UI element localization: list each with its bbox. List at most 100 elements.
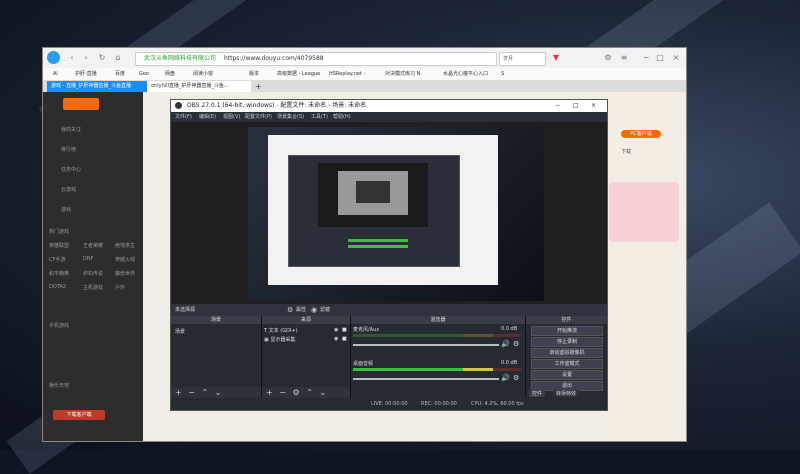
gear-icon[interactable]: ⚙ <box>603 53 613 63</box>
obs-preview[interactable] <box>171 122 607 304</box>
sidebar-item-tasks[interactable]: 任务中心 <box>61 166 81 173</box>
game-link[interactable]: 穿越火线 <box>115 256 135 263</box>
bookmark-item[interactable]: 百度 <box>115 69 125 79</box>
bookmark-item[interactable]: Ai <box>53 69 58 79</box>
new-tab-button[interactable]: + <box>251 81 266 92</box>
source-item[interactable]: T 文本 (GDI+) ◉ ■ <box>264 327 348 334</box>
sidebar-item-cloud-game[interactable]: 云游戏 <box>61 186 76 193</box>
menu-help[interactable]: 帮助(H) <box>333 112 351 122</box>
game-link[interactable]: DOTA2 <box>49 284 66 290</box>
maximize-icon[interactable]: □ <box>655 53 665 63</box>
up-icon[interactable]: ⌃ <box>202 388 209 397</box>
properties-button[interactable]: 属性 <box>296 304 306 316</box>
tab-onlyhill[interactable]: onlyhill直播_护肝神器直播_斗鱼... <box>147 81 251 92</box>
speaker-icon[interactable]: 🔊 <box>501 374 510 382</box>
game-link[interactable]: 炉石传说 <box>83 270 103 277</box>
bookmark-item[interactable]: 版本 <box>249 69 259 79</box>
menu-profile[interactable]: 配置文件(P) <box>245 112 272 122</box>
obs-minimize-icon[interactable]: − <box>555 100 560 112</box>
bookmark-item[interactable]: 护肝-直播 <box>75 69 97 79</box>
mixer-channel-desktop: 桌面音频 0.0 dB 🔊 ⚙ <box>351 360 525 392</box>
menu-icon[interactable]: ≡ <box>619 53 629 63</box>
download-client-button[interactable]: 下载客户端 <box>53 410 105 420</box>
lock-icon[interactable]: ■ <box>342 336 347 342</box>
minimize-icon[interactable]: − <box>641 53 651 63</box>
game-link[interactable]: 英雄联盟 <box>49 242 69 249</box>
filters-button[interactable]: 滤镜 <box>320 304 330 316</box>
transitions-tab[interactable]: 转场特效 <box>553 390 580 397</box>
bookmark-item[interactable]: Goo <box>139 69 149 79</box>
tab-strip: 游戏 - 直播_护肝神器直播_斗鱼直播 onlyhill直播_护肝神器直播_斗鱼… <box>43 80 686 92</box>
studio-mode-button[interactable]: 工作室模式 <box>531 359 603 369</box>
down-icon[interactable]: ⌄ <box>215 388 222 397</box>
tab-douyu-live[interactable]: 游戏 - 直播_护肝神器直播_斗鱼直播 <box>47 81 151 92</box>
address-bar[interactable]: 武汉斗鱼网络科技有限公司 https://www.douyu.com/40795… <box>135 52 497 66</box>
forward-icon[interactable]: › <box>81 53 91 63</box>
volume-slider[interactable] <box>353 344 499 346</box>
bookmark-item[interactable]: HSReplay.net - <box>329 69 365 79</box>
pc-client-button[interactable]: PC客户端 <box>621 130 661 138</box>
add-icon[interactable]: + <box>266 388 273 397</box>
game-link[interactable]: 和平精英 <box>49 270 69 277</box>
bookmark-item[interactable]: 阅读小窗 <box>193 69 213 79</box>
menu-tools[interactable]: 工具(T) <box>311 112 328 122</box>
filter-icon[interactable]: ◉ <box>311 304 317 316</box>
menu-view[interactable]: 视图(V) <box>223 112 240 122</box>
source-label: 显示器采集 <box>270 337 296 343</box>
scenes-footer: + − ⌃ ⌄ <box>171 387 261 398</box>
settings-button[interactable]: 设置 <box>531 370 603 380</box>
game-link[interactable]: 王者荣耀 <box>83 242 103 249</box>
gear-icon[interactable]: ⚙ <box>287 304 293 316</box>
search-input[interactable]: 岁月 <box>499 52 546 66</box>
source-status: 未选择源 <box>175 307 196 313</box>
menu-edit[interactable]: 编辑(E) <box>199 112 216 122</box>
eye-icon[interactable]: ◉ <box>334 327 338 333</box>
back-icon[interactable]: ‹ <box>67 53 77 63</box>
gear-icon[interactable]: ⚙ <box>293 388 300 397</box>
menu-scene-collection[interactable]: 场景集合(S) <box>277 112 304 122</box>
source-item[interactable]: ▣ 显示器采集 ◉ ■ <box>264 336 348 343</box>
obs-close-icon[interactable]: × <box>591 100 596 112</box>
game-link[interactable]: DNF <box>83 256 93 262</box>
menu-file[interactable]: 文件(F) <box>175 112 192 122</box>
gear-icon[interactable]: ⚙ <box>513 340 519 348</box>
game-link[interactable]: 主机游戏 <box>83 284 103 291</box>
remove-icon[interactable]: − <box>279 388 286 397</box>
game-link[interactable]: 户外 <box>115 284 125 291</box>
sidebar-item-rank[interactable]: 排行榜 <box>61 146 76 153</box>
refresh-icon[interactable]: ↻ <box>97 53 107 63</box>
volume-slider[interactable] <box>353 378 499 380</box>
obs-source-toolbar: 未选择源 ⚙ 属性 ◉ 滤镜 <box>171 304 607 316</box>
remove-icon[interactable]: − <box>188 388 195 397</box>
lock-icon[interactable]: ■ <box>342 327 347 333</box>
home-icon[interactable]: ⌂ <box>113 53 123 63</box>
text-source-icon: T <box>264 328 268 334</box>
sidebar-section-title: 热门游戏 <box>49 229 70 235</box>
obs-maximize-icon[interactable]: □ <box>573 100 579 112</box>
eye-icon[interactable]: ◉ <box>334 336 338 342</box>
bookmark-item[interactable]: 水晶光心魔平心入口 <box>443 69 488 79</box>
down-icon[interactable]: ⌄ <box>319 388 326 397</box>
controls-tab[interactable]: 控件 <box>529 390 546 397</box>
game-link[interactable]: 魔兽世界 <box>115 270 135 277</box>
speaker-icon[interactable]: 🔊 <box>501 340 510 348</box>
bookmark-item[interactable]: 对决模式练习 N <box>385 69 420 79</box>
game-link[interactable]: 绝地求生 <box>115 242 135 249</box>
virtual-camera-button[interactable]: 启动虚拟摄像机 <box>531 348 603 358</box>
up-icon[interactable]: ⌃ <box>306 388 313 397</box>
bookmark-item[interactable]: 网盘 <box>165 69 175 79</box>
add-icon[interactable]: + <box>175 388 182 397</box>
scene-item[interactable]: 场景 <box>175 328 185 335</box>
stop-recording-button[interactable]: 停止录制 <box>531 337 603 347</box>
sidebar-item-follow[interactable]: 我的关注 <box>61 126 81 133</box>
download-link[interactable]: 下载 <box>621 148 631 155</box>
close-icon[interactable]: × <box>671 53 681 63</box>
gear-icon[interactable]: ⚙ <box>513 374 519 382</box>
start-streaming-button[interactable]: 开始推流 <box>531 326 603 336</box>
bookmark-item[interactable]: 高级数据 - League <box>277 69 320 79</box>
game-link[interactable]: CF手游 <box>49 256 65 263</box>
cpu-status: CPU: 4.2%, 60.00 fps <box>471 401 524 407</box>
shield-icon[interactable]: ▼ <box>551 53 561 63</box>
bookmark-item[interactable]: S <box>501 69 504 79</box>
sidebar-item-game[interactable]: 游戏 <box>61 206 71 213</box>
